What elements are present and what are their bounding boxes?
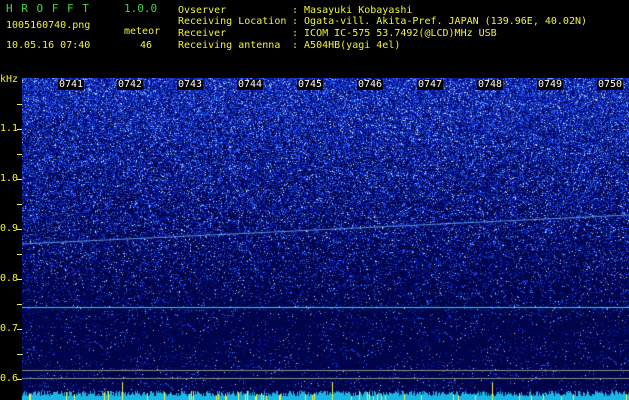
y-tick-label: 1.0 <box>0 173 19 184</box>
time-label: 0744 <box>237 79 264 90</box>
time-label: 0741 <box>58 79 85 90</box>
hroft-window: H R O F F T 1.0.0 1005160740.png meteor … <box>0 0 629 400</box>
meteor-label: meteor <box>124 26 161 37</box>
file-name: 1005160740.png <box>6 20 91 31</box>
info-key: Receiving antenna <box>178 40 281 51</box>
time-label: 0745 <box>297 79 324 90</box>
time-label: 0749 <box>537 79 564 90</box>
y-tick-label: 0.7 <box>0 323 19 334</box>
time-label: 0746 <box>357 79 384 90</box>
time-label: 0742 <box>117 79 144 90</box>
time-label: 0743 <box>177 79 204 90</box>
info-value: : ICOM IC-575 53.7492(@LCD)MHz USB <box>292 28 497 39</box>
y-tick-label: 0.6 <box>0 373 19 384</box>
time-label: 0750 <box>597 79 624 90</box>
spectrogram-canvas <box>22 78 629 400</box>
date-time: 10.05.16 07:40 <box>6 40 91 51</box>
meteor-count: 46 <box>140 40 153 51</box>
info-row-location: Receiving Location : Ogata-vill. Akita-Pr… <box>178 16 587 28</box>
y-tick-label: 0.9 <box>0 223 19 234</box>
app-name: H R O F F T <box>6 2 90 15</box>
time-label: 0747 <box>417 79 444 90</box>
info-value: : Ogata-vill. Akita-Pref. JAPAN (139.96E… <box>292 16 588 27</box>
time-label: 0748 <box>477 79 504 90</box>
info-key: Receiving Location <box>178 16 287 27</box>
y-unit-label: kHz <box>0 74 19 85</box>
info-key: Receiver <box>178 28 227 39</box>
info-value: : A504HB(yagi 4el) <box>292 40 401 51</box>
info-value: : Masayuki Kobayashi <box>292 5 413 16</box>
info-row-receiver: Receiver : ICOM IC-575 53.7492(@LCD)MHz U… <box>178 28 497 40</box>
y-tick-label: 1.1 <box>0 123 19 134</box>
y-tick-label: 0.8 <box>0 273 19 284</box>
app-version: 1.0.0 <box>124 2 158 15</box>
info-row-antenna: Receiving antenna : A504HB(yagi 4el) <box>178 40 400 52</box>
